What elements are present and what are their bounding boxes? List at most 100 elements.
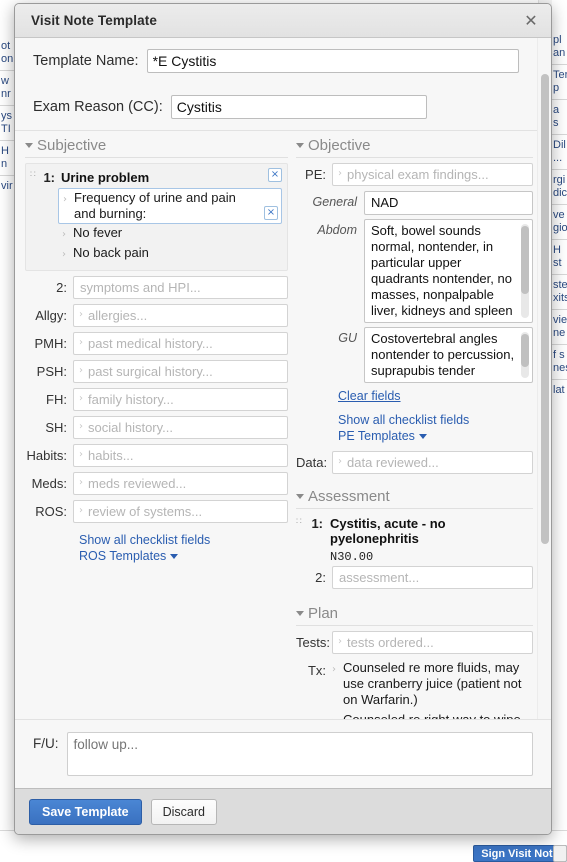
list-item[interactable]: › No back pain xyxy=(58,244,282,264)
pe-templates-link[interactable]: PE Templates xyxy=(338,428,533,444)
assessment-next-input[interactable]: assessment... xyxy=(332,566,533,589)
tests-input[interactable]: › tests ordered... xyxy=(332,631,533,654)
section-header-objective[interactable]: Objective xyxy=(296,133,533,158)
subjective-field-row: FH:›family history... xyxy=(25,388,288,411)
subjective-field-placeholder: allergies... xyxy=(88,308,147,323)
drag-handle-icon[interactable]: ∷ xyxy=(30,168,39,176)
chevron-right-icon: › xyxy=(332,660,343,678)
section-title-assessment: Assessment xyxy=(308,488,390,505)
pe-input[interactable]: › physical exam findings... xyxy=(332,163,533,186)
close-icon[interactable]: ✕ xyxy=(522,12,540,30)
subjective-field-input[interactable]: ›past medical history... xyxy=(73,332,288,355)
chevron-right-icon: › xyxy=(79,504,88,516)
assessment-entry[interactable]: ∷ 1: Cystitis, acute - no pyelonephritis xyxy=(296,514,533,546)
background-text-fragment: ys xyxy=(0,110,14,123)
subjective-field-placeholder: habits... xyxy=(88,448,134,463)
subjective-field-row: Meds:›meds reviewed... xyxy=(25,472,288,495)
background-divider xyxy=(552,239,567,240)
checklist-title: Urine problem xyxy=(61,168,268,185)
objective-links: Show all checklist fields PE Templates xyxy=(296,408,533,444)
subjective-field-placeholder: past medical history... xyxy=(88,336,213,351)
background-text-fragment: H xyxy=(552,244,567,257)
pe-subfield-text: Costovertebral angles nontender to percu… xyxy=(371,331,514,378)
drag-handle-icon[interactable]: ∷ xyxy=(296,514,306,523)
list-item[interactable]: ›Counseled re right way to wipe, not hol… xyxy=(332,711,533,719)
list-item[interactable]: › No fever xyxy=(58,224,282,244)
section-header-plan[interactable]: Plan xyxy=(296,601,533,626)
subjective-field-row: Allgy:›allergies... xyxy=(25,304,288,327)
subjective-field-input[interactable]: ›review of systems... xyxy=(73,500,288,523)
subjective-field-label: SH: xyxy=(25,416,73,435)
pe-subfield-value[interactable]: Costovertebral angles nontender to percu… xyxy=(364,327,533,383)
scrollbar-thumb[interactable] xyxy=(521,226,529,294)
remove-item-button[interactable]: × xyxy=(264,206,278,220)
assessment-next-number: 2: xyxy=(296,566,332,585)
template-name-input[interactable] xyxy=(147,49,519,73)
data-input[interactable]: › data reviewed... xyxy=(332,451,533,474)
show-all-checklist-fields-link-subjective[interactable]: Show all checklist fields xyxy=(79,532,288,548)
columns-container: Subjective ∷ 1: Urine problem × › xyxy=(15,131,537,719)
background-extra-button[interactable] xyxy=(553,845,567,862)
pe-subfield-value[interactable]: Soft, bowel sounds normal, nontender, in… xyxy=(364,219,533,323)
subjective-field-input[interactable]: ›habits... xyxy=(73,444,288,467)
pe-subfield-scrollbar[interactable] xyxy=(521,332,529,378)
subjective-field-row: SH:›social history... xyxy=(25,416,288,439)
dialog-title: Visit Note Template xyxy=(31,13,157,28)
subjective-field-input[interactable]: ›family history... xyxy=(73,388,288,411)
pe-subfield-row: GUCostovertebral angles nontender to per… xyxy=(296,327,533,383)
data-placeholder: data reviewed... xyxy=(347,455,439,470)
subjective-field-input[interactable]: ›allergies... xyxy=(73,304,288,327)
follow-up-input[interactable] xyxy=(67,732,534,776)
remove-checklist-button[interactable]: × xyxy=(268,168,282,182)
follow-up-row: F/U: xyxy=(15,719,551,788)
background-text-fragment: gio xyxy=(552,222,567,235)
background-text-fragment: Ter xyxy=(552,69,567,82)
chevron-down-icon xyxy=(419,434,427,439)
subjective-field-row: 2:symptoms and HPI... xyxy=(25,276,288,299)
list-item[interactable]: › Frequency of urine and pain and burnin… xyxy=(58,188,282,224)
assessment-number: 1: xyxy=(306,514,330,531)
subjective-field-input[interactable]: ›social history... xyxy=(73,416,288,439)
checklist-number: 1: xyxy=(39,168,61,185)
pe-templates-label: PE Templates xyxy=(338,429,415,443)
subjective-field-label: FH: xyxy=(25,388,73,407)
section-title-subjective: Subjective xyxy=(37,137,106,154)
background-text-fragment: pl xyxy=(552,34,567,47)
background-text-fragment: ot xyxy=(0,40,14,53)
scrollbar-thumb[interactable] xyxy=(541,74,549,544)
background-divider xyxy=(552,344,567,345)
pe-subfields: GeneralNADAbdomSoft, bowel sounds normal… xyxy=(296,191,533,383)
subjective-field-label: 2: xyxy=(25,276,73,295)
subjective-field-input[interactable]: ›meds reviewed... xyxy=(73,472,288,495)
subjective-field-placeholder: past surgical history... xyxy=(88,364,213,379)
subjective-field-label: PMH: xyxy=(25,332,73,351)
dialog-scrollbar[interactable] xyxy=(537,38,551,719)
subjective-field-input[interactable]: ›past surgical history... xyxy=(73,360,288,383)
section-header-subjective[interactable]: Subjective xyxy=(25,133,288,158)
pe-row: PE: › physical exam findings... xyxy=(296,163,533,186)
chevron-right-icon: › xyxy=(332,712,343,719)
background-text-fragment: rgi xyxy=(552,174,567,187)
pe-subfield-value[interactable]: NAD xyxy=(364,191,533,215)
background-text-fragment: dic xyxy=(552,187,567,200)
clear-fields-link[interactable]: Clear fields xyxy=(338,388,533,404)
background-divider xyxy=(0,70,14,71)
pe-subfield-scrollbar[interactable] xyxy=(521,224,529,318)
show-all-checklist-fields-link-objective[interactable]: Show all checklist fields xyxy=(338,412,533,428)
ros-templates-link[interactable]: ROS Templates xyxy=(79,548,288,564)
subjective-column: Subjective ∷ 1: Urine problem × › xyxy=(15,133,296,564)
subjective-field-label: Meds: xyxy=(25,472,73,491)
exam-reason-input[interactable] xyxy=(171,95,427,119)
dialog-titlebar: Visit Note Template ✕ xyxy=(15,4,551,38)
tx-row: Tx: ›Counseled re more fluids, may use c… xyxy=(296,659,533,719)
pe-subfield-label: General xyxy=(296,191,364,209)
subjective-field-input[interactable]: symptoms and HPI... xyxy=(73,276,288,299)
save-template-button[interactable]: Save Template xyxy=(29,799,142,825)
subjective-field-placeholder: family history... xyxy=(88,392,174,407)
background-text-fragment: ne xyxy=(552,327,567,340)
list-item[interactable]: ›Counseled re more fluids, may use cranb… xyxy=(332,659,533,711)
scrollbar-thumb[interactable] xyxy=(521,334,529,367)
discard-button[interactable]: Discard xyxy=(151,799,217,825)
section-header-assessment[interactable]: Assessment xyxy=(296,484,533,509)
follow-up-label: F/U: xyxy=(33,732,67,751)
